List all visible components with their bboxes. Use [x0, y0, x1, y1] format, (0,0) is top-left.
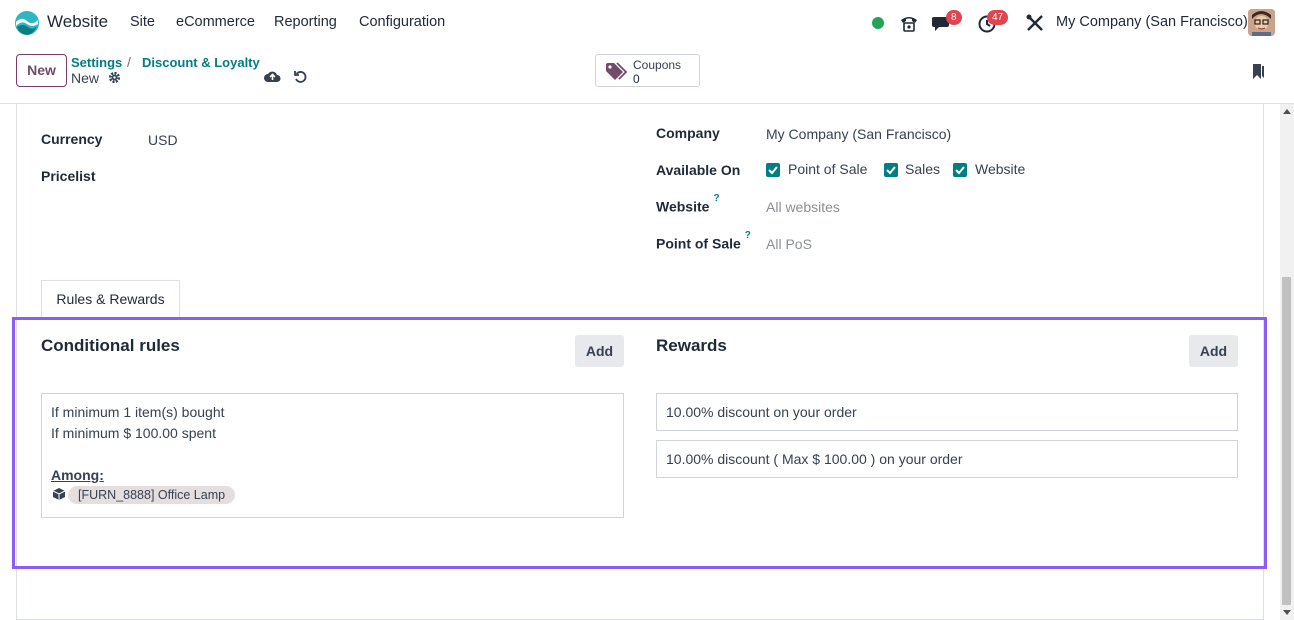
debug-tools-icon[interactable]	[1024, 12, 1046, 34]
checkbox-sales[interactable]	[884, 163, 898, 177]
website-label: Website?	[656, 193, 720, 215]
breadcrumb-settings[interactable]: Settings	[71, 55, 122, 70]
breadcrumb-separator: /	[127, 54, 131, 70]
save-cloud-icon[interactable]	[264, 69, 281, 83]
product-tag[interactable]: [FURN_8888] Office Lamp	[68, 486, 236, 504]
available-on-label: Available On	[656, 162, 741, 178]
add-reward-button[interactable]: Add	[1189, 335, 1238, 367]
check-icon	[955, 166, 965, 175]
menu-configuration[interactable]: Configuration	[359, 14, 445, 30]
scroll-up-arrow-icon[interactable]	[1283, 109, 1291, 114]
messages-badge: 8	[946, 10, 962, 25]
coupons-count: 0	[633, 72, 640, 86]
reward-item[interactable]: 10.00% discount on your order	[656, 393, 1238, 431]
website-field[interactable]: All websites	[766, 199, 840, 215]
rule-min-quantity: If minimum 1 item(s) bought	[51, 404, 225, 420]
website-label-text: Website	[656, 198, 710, 215]
available-on-point-of-sale[interactable]: Point of Sale	[788, 161, 867, 177]
pos-label-text: Point of Sale	[656, 235, 741, 252]
discard-undo-icon[interactable]	[293, 69, 308, 84]
control-panel: New Settings / Discount & Loyalty New Co…	[0, 46, 1294, 104]
scroll-down-arrow-icon[interactable]	[1283, 610, 1291, 615]
pricelist-label: Pricelist	[41, 168, 96, 184]
coupons-smart-button[interactable]: Coupons 0	[595, 54, 700, 87]
phone-icon[interactable]	[898, 12, 920, 34]
company-value[interactable]: My Company (San Francisco)	[766, 126, 951, 142]
check-icon	[768, 166, 778, 175]
menu-reporting[interactable]: Reporting	[274, 14, 337, 30]
rewards-title: Rewards	[656, 336, 727, 355]
website-app-logo-icon[interactable]	[14, 10, 40, 36]
presence-status-dot	[872, 17, 884, 29]
conditional-rules-title: Conditional rules	[41, 336, 180, 355]
scrollbar-thumb[interactable]	[1282, 277, 1291, 605]
record-name: New	[71, 70, 100, 86]
top-navbar: Website Site eCommerce Reporting Configu…	[0, 0, 1294, 46]
rule-among-label: Among:	[51, 467, 104, 483]
activity-badge: 47	[987, 10, 1009, 25]
bookmark-icon[interactable]	[1251, 63, 1265, 80]
tags-icon	[606, 62, 628, 80]
product-cube-icon	[52, 488, 66, 500]
available-on-website[interactable]: Website	[975, 161, 1025, 177]
company-label: Company	[656, 125, 720, 141]
user-avatar[interactable]	[1248, 9, 1275, 36]
new-button[interactable]: New	[16, 54, 67, 87]
currency-label: Currency	[41, 131, 103, 147]
check-icon	[886, 166, 896, 175]
website-help-tooltip[interactable]: ?	[713, 193, 719, 204]
checkbox-point-of-sale[interactable]	[766, 163, 780, 177]
tab-rules-rewards[interactable]: Rules & Rewards	[41, 280, 180, 318]
app-name[interactable]: Website	[47, 12, 108, 32]
rule-card[interactable]: If minimum 1 item(s) bought If minimum $…	[41, 393, 624, 518]
pos-label: Point of Sale?	[656, 230, 751, 252]
pos-help-tooltip[interactable]: ?	[745, 230, 751, 241]
rule-min-amount: If minimum $ 100.00 spent	[51, 425, 216, 441]
breadcrumb-discount-loyalty[interactable]: Discount & Loyalty	[142, 55, 260, 70]
add-rule-button[interactable]: Add	[575, 335, 624, 367]
coupons-label: Coupons	[633, 58, 682, 72]
company-switcher[interactable]: My Company (San Francisco)	[1056, 14, 1248, 30]
menu-ecommerce[interactable]: eCommerce	[176, 14, 255, 30]
currency-value[interactable]: USD	[148, 132, 178, 148]
reward-item[interactable]: 10.00% discount ( Max $ 100.00 ) on your…	[656, 440, 1238, 478]
gear-icon[interactable]	[108, 71, 121, 84]
menu-site[interactable]: Site	[130, 14, 155, 30]
available-on-sales[interactable]: Sales	[905, 161, 940, 177]
checkbox-website[interactable]	[953, 163, 967, 177]
pos-field[interactable]: All PoS	[766, 236, 812, 252]
